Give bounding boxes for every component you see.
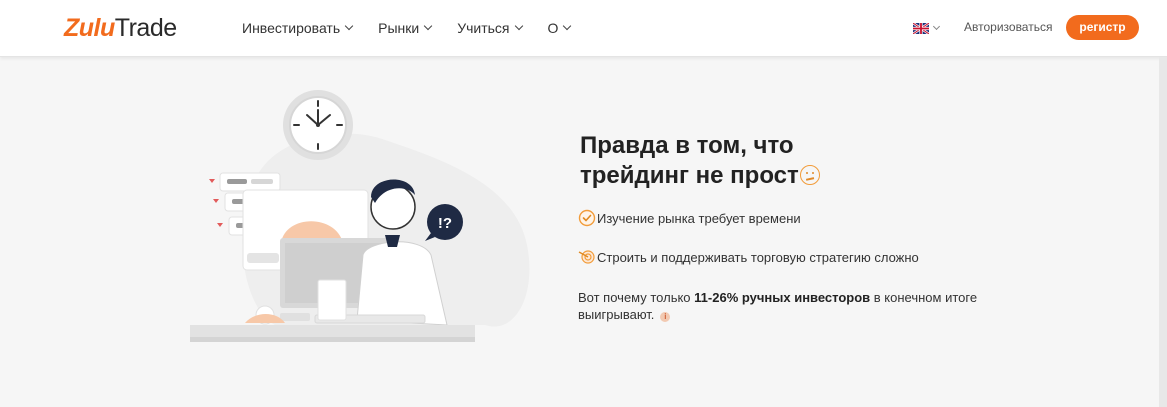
- point-item: Изучение рынка требует времени: [578, 209, 801, 227]
- note-prefix: Вот почему только: [578, 290, 695, 305]
- headline: Правда в том, что трейдинг не прост: [580, 131, 880, 191]
- nav-item-label: Учиться: [457, 20, 510, 36]
- main-nav: Инвестировать Рынки Учиться О: [242, 18, 596, 38]
- logo-trade-text: Trade: [114, 14, 177, 42]
- headline-line-1: Правда в том, что: [580, 132, 794, 159]
- headline-line-2: трейдинг не прост: [580, 162, 799, 189]
- nav-item-label: Рынки: [378, 20, 420, 36]
- uk-flag-icon[interactable]: [913, 23, 929, 34]
- chevron-down-icon: [344, 21, 354, 31]
- point-item: Строить и поддерживать торговую стратеги…: [578, 248, 919, 266]
- point-text: Строить и поддерживать торговую стратеги…: [597, 249, 919, 265]
- logo-zulu-text: Zulu: [64, 14, 115, 42]
- nav-item-about[interactable]: О: [547, 18, 572, 38]
- trader-illustration: !?: [190, 90, 530, 342]
- nav-item-learn[interactable]: Учиться: [457, 18, 523, 38]
- page-scrollbar[interactable]: [1159, 57, 1167, 407]
- note-bold: 11-26% ручных инвесторов: [694, 290, 871, 305]
- chevron-down-icon: [423, 21, 433, 31]
- zulutrade-logo[interactable]: ZuluTrade: [64, 14, 177, 42]
- nav-item-markets[interactable]: Рынки: [378, 18, 433, 38]
- login-link[interactable]: Авторизоваться: [964, 20, 1052, 34]
- register-button[interactable]: регистр: [1066, 15, 1139, 40]
- point-text: Изучение рынка требует времени: [597, 210, 801, 226]
- clock-check-icon: [578, 209, 596, 227]
- nav-item-invest[interactable]: Инвестировать: [242, 18, 354, 38]
- nav-item-label: О: [547, 20, 559, 36]
- info-icon[interactable]: i: [660, 312, 671, 322]
- target-icon: [578, 250, 595, 264]
- stat-note: Вот почему только 11-26% ручных инвестор…: [578, 289, 1018, 323]
- chevron-down-icon: [563, 21, 572, 31]
- language-chevron-icon[interactable]: [932, 22, 941, 31]
- nav-item-label: Инвестировать: [242, 20, 341, 36]
- svg-text:!?: !?: [438, 215, 452, 232]
- top-navbar: ZuluTrade Инвестировать Рынки Учиться О …: [0, 0, 1167, 57]
- wall-clock-icon: [283, 90, 353, 160]
- chevron-down-icon: [514, 21, 523, 31]
- confused-face-icon: [799, 165, 820, 185]
